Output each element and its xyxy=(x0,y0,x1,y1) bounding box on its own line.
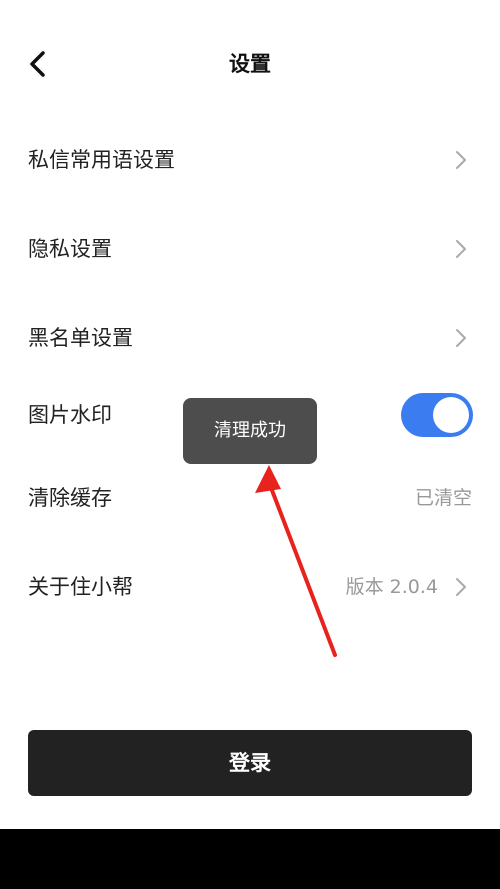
watermark-toggle[interactable] xyxy=(401,393,473,437)
bottom-bar xyxy=(0,829,500,889)
cache-status-value: 已清空 xyxy=(414,487,472,509)
settings-item-label: 私信常用语设置 xyxy=(28,148,175,172)
settings-item-label: 清除缓存 xyxy=(28,486,112,510)
settings-item-private-message-phrases[interactable]: 私信常用语设置 xyxy=(0,130,500,190)
page-title: 设置 xyxy=(229,52,271,76)
chevron-right-icon xyxy=(456,151,466,169)
settings-item-blacklist[interactable]: 黑名单设置 xyxy=(0,308,500,368)
annotation-arrow-icon xyxy=(255,465,337,657)
version-value: 版本 2.0.4 xyxy=(345,576,438,598)
chevron-right-icon xyxy=(456,578,466,596)
toggle-knob xyxy=(433,397,469,433)
settings-item-privacy[interactable]: 隐私设置 xyxy=(0,219,500,279)
settings-item-about[interactable]: 关于住小帮 版本 2.0.4 xyxy=(0,557,500,617)
header: 设置 xyxy=(0,0,500,130)
login-button[interactable]: 登录 xyxy=(28,730,472,796)
chevron-right-icon xyxy=(456,240,466,258)
settings-item-label: 图片水印 xyxy=(28,403,112,427)
chevron-right-icon xyxy=(456,329,466,347)
settings-item-label: 关于住小帮 xyxy=(28,575,133,599)
settings-item-label: 黑名单设置 xyxy=(28,326,133,350)
settings-item-label: 隐私设置 xyxy=(28,237,112,261)
settings-item-clear-cache[interactable]: 清除缓存 已清空 xyxy=(0,468,500,528)
